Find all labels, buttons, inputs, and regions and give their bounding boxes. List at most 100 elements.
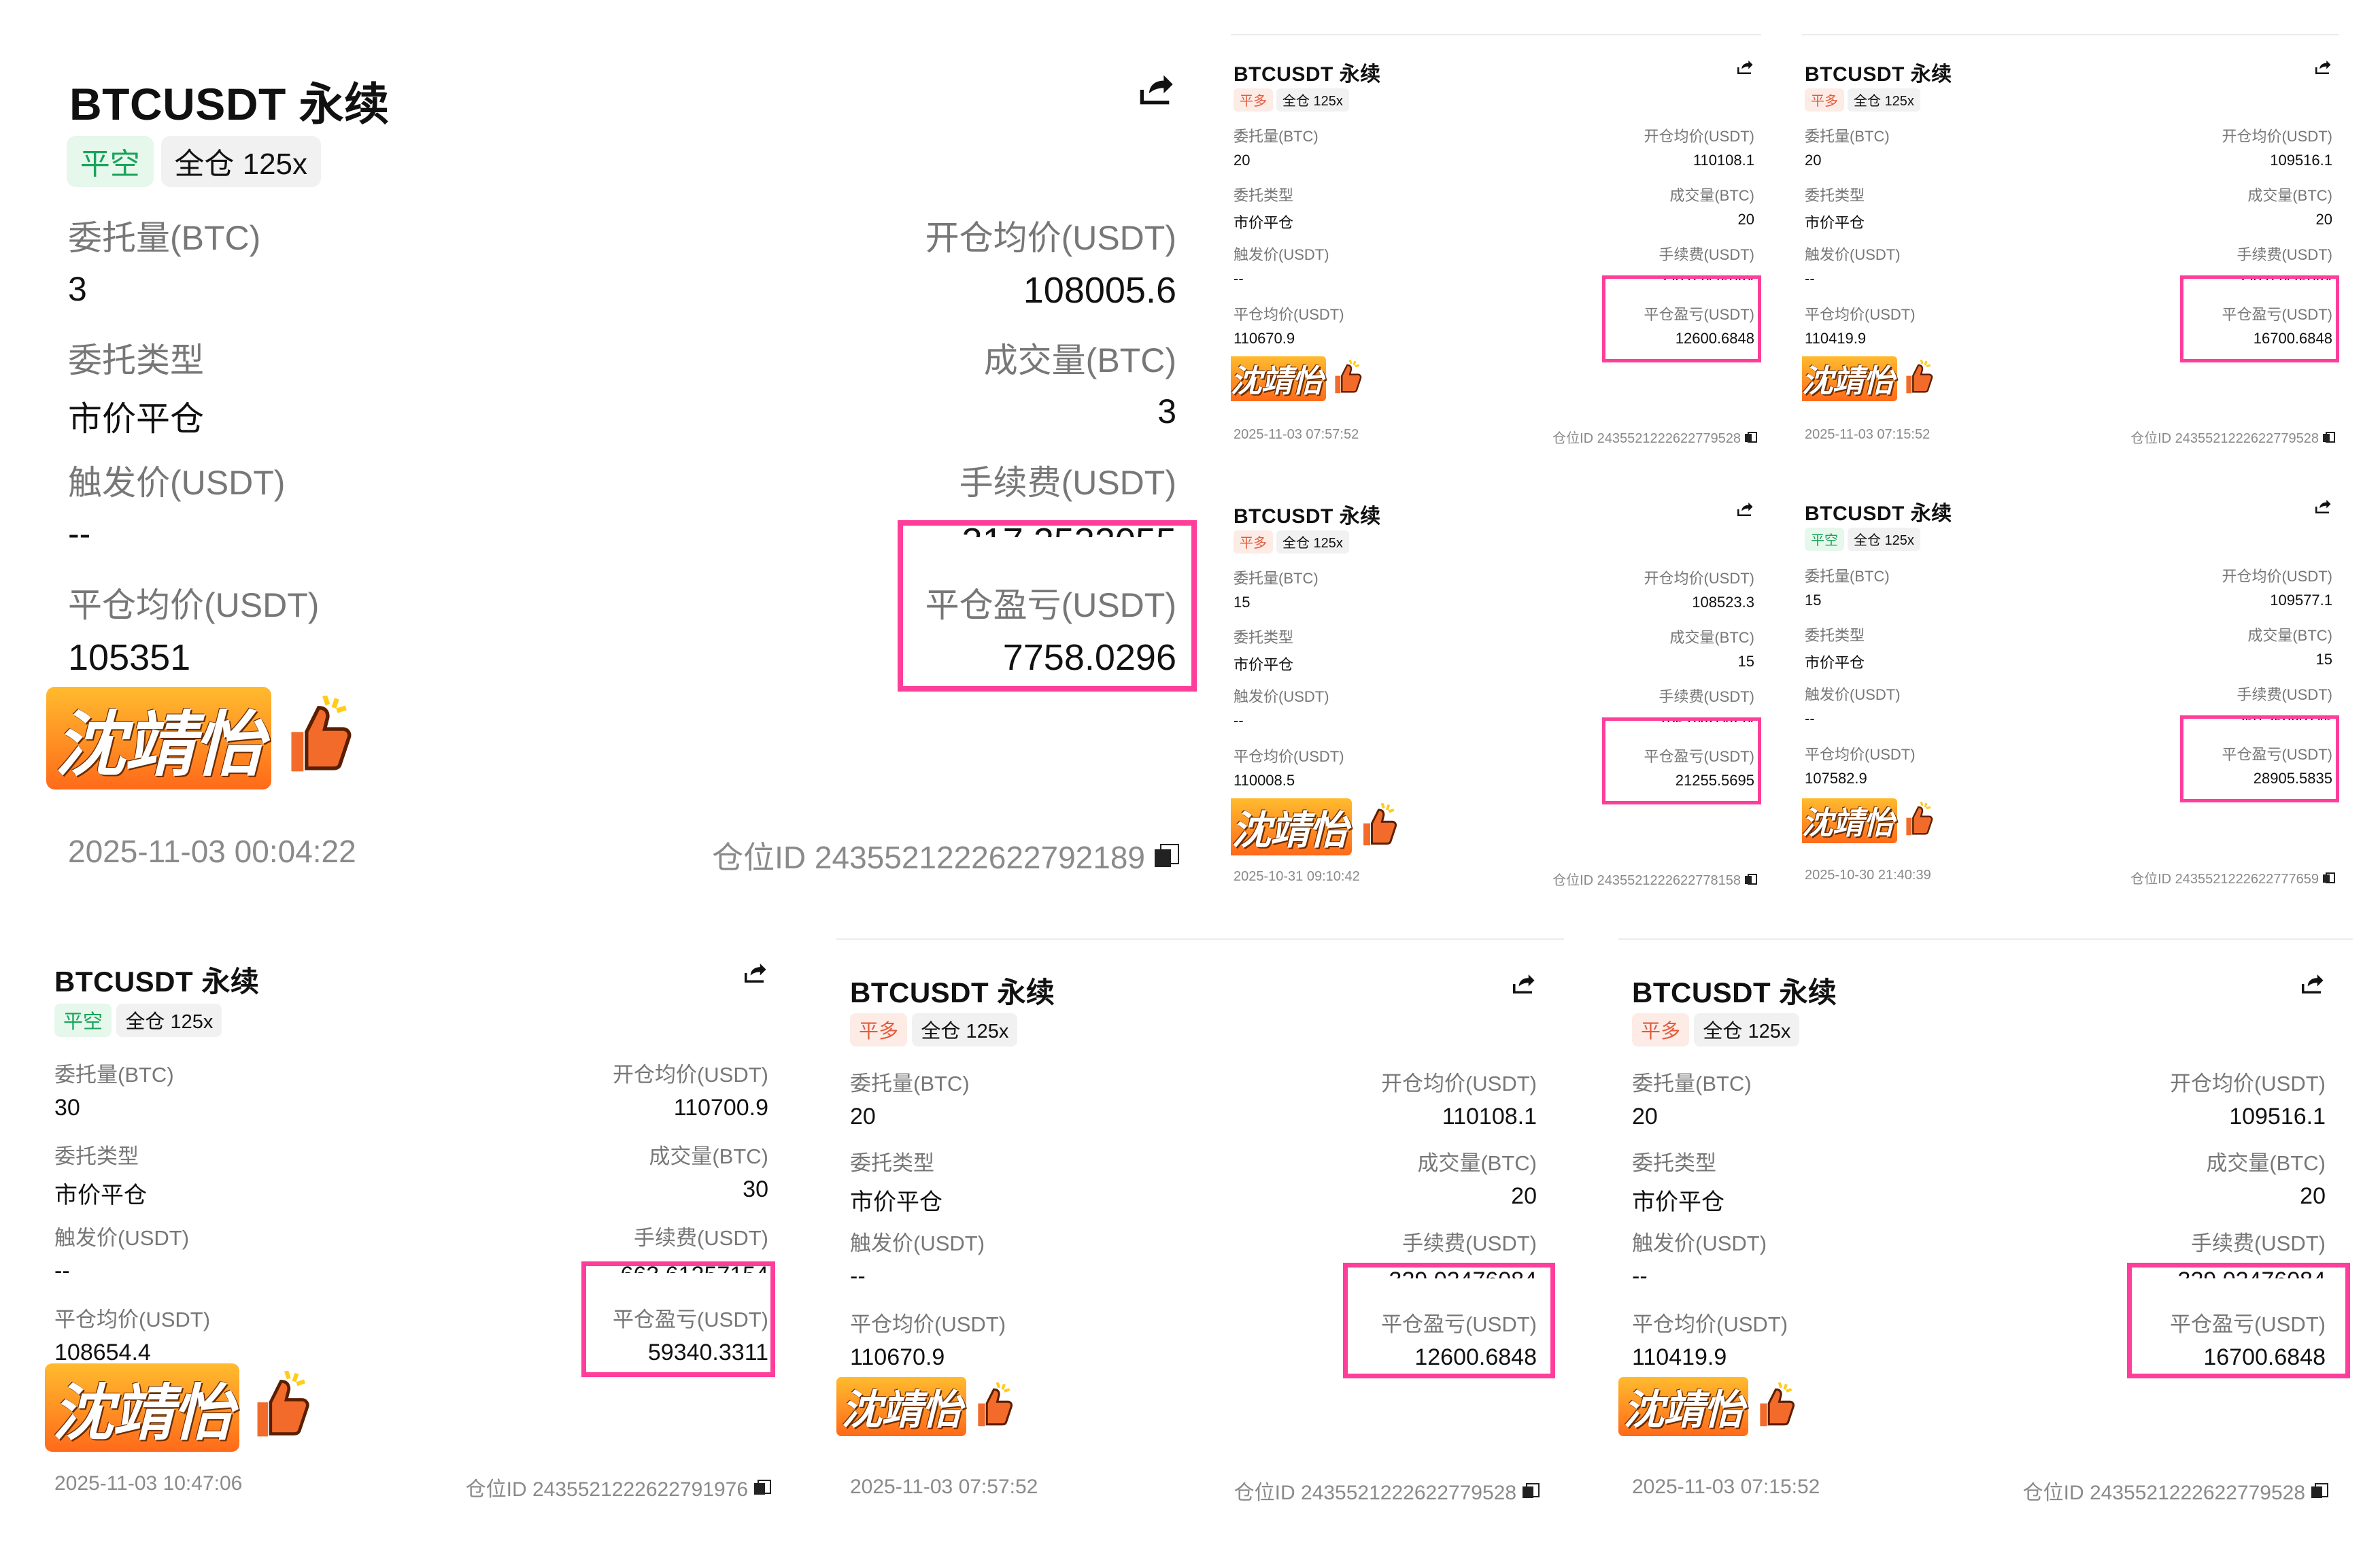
label: 触发价(USDT) <box>1234 688 1329 705</box>
field-fee: 手续费(USDT)329.02476084 <box>2237 243 2332 280</box>
value: 市价平仓 <box>54 1183 147 1208</box>
value: 20 <box>1737 211 1754 228</box>
timestamp: 2025-11-03 10:47:06 <box>54 1472 243 1495</box>
position-id-row[interactable]: 仓位ID 2435521222622792189 <box>712 833 1180 878</box>
label: 平仓均价(USDT) <box>54 1308 211 1331</box>
share-icon[interactable] <box>2312 57 2332 78</box>
watermark: 沈靖怡 <box>46 687 356 789</box>
label: 委托类型 <box>1234 187 1294 204</box>
side-tag: 平多 <box>1234 88 1273 112</box>
watermark: 沈靖怡 <box>836 1377 1015 1436</box>
field-fee: 手续费(USDT)329.02476084 <box>1659 243 1754 280</box>
label: 平仓均价(USDT) <box>850 1312 1006 1336</box>
share-icon[interactable] <box>1508 970 1537 998</box>
position-id-row[interactable]: 仓位ID 2435521222622779528 <box>2130 427 2335 447</box>
card-title: BTCUSDT 永续 <box>1234 505 1381 528</box>
field-close-avg: 平仓均价(USDT) 110670.9 <box>850 1307 1006 1371</box>
margin-tag: 全仓 125x <box>1276 88 1349 112</box>
value: 20 <box>2315 211 2332 228</box>
share-icon[interactable] <box>1734 499 1754 520</box>
value: -- <box>54 1258 70 1284</box>
label: 成交量(BTC) <box>2247 187 2332 204</box>
tag-group: 平空 全仓 125x <box>1805 528 1920 551</box>
label: 触发价(USDT) <box>1805 686 1901 703</box>
value: 109516.1 <box>2229 1104 2326 1129</box>
field-order-type: 委托类型 市价平仓 <box>1805 184 1865 233</box>
label: 触发价(USDT) <box>850 1231 985 1255</box>
thumbs-up-icon <box>1760 1382 1795 1426</box>
position-id-row[interactable]: 仓位ID 2435521222622777659 <box>2130 868 2335 887</box>
watermark-text: 沈靖怡 <box>1231 356 1327 401</box>
watermark-text: 沈靖怡 <box>45 1363 240 1452</box>
field-filled: 成交量(BTC) 15 <box>2247 624 2332 668</box>
value: 110419.9 <box>1632 1344 1727 1370</box>
field-order-qty: 委托量(BTC) 3 <box>68 211 260 309</box>
label: 开仓均价(USDT) <box>1644 570 1754 587</box>
copy-icon[interactable] <box>754 1479 771 1495</box>
label: 开仓均价(USDT) <box>2169 1072 2326 1095</box>
pnl-highlight-box <box>2127 1263 2350 1378</box>
watermark: 沈靖怡 <box>1618 1377 1797 1436</box>
position-id-row[interactable]: 仓位ID 2435521222622791976 <box>466 1472 771 1502</box>
label: 委托量(BTC) <box>1234 570 1319 587</box>
timestamp: 2025-11-03 07:15:52 <box>1805 427 1931 442</box>
label: 手续费(USDT) <box>2237 686 2332 703</box>
value: 市价平仓 <box>850 1189 942 1215</box>
label: 委托量(BTC) <box>1632 1072 1752 1095</box>
side-tag: 平空 <box>1805 528 1844 551</box>
label: 委托量(BTC) <box>850 1072 970 1095</box>
copy-icon[interactable] <box>2323 432 2335 443</box>
thumbs-up-icon <box>978 1382 1013 1426</box>
share-icon[interactable] <box>1734 57 1754 78</box>
label: 开仓均价(USDT) <box>1644 128 1754 145</box>
position-id-row[interactable]: 仓位ID 2435521222622779528 <box>1552 427 1757 447</box>
position-id-row[interactable]: 仓位ID 2435521222622779528 <box>2023 1476 2328 1506</box>
label: 触发价(USDT) <box>54 1226 190 1250</box>
copy-icon[interactable] <box>2311 1482 2328 1499</box>
field-filled: 成交量(BTC) 3 <box>984 333 1176 431</box>
copy-icon[interactable] <box>2323 872 2335 883</box>
field-order-qty: 委托量(BTC) 20 <box>1632 1066 1752 1130</box>
position-id: 仓位ID 2435521222622792189 <box>712 840 1146 875</box>
field-filled: 成交量(BTC) 20 <box>2247 184 2332 228</box>
label: 委托量(BTC) <box>54 1063 174 1087</box>
share-icon[interactable] <box>740 959 768 987</box>
trade-card: BTCUSDT 永续 平多 全仓 125x 委托量(BTC) 20 开仓均价(US… <box>1618 938 2353 1537</box>
position-id: 仓位ID 2435521222622779528 <box>2130 431 2319 446</box>
card-title: BTCUSDT 永续 <box>850 976 1055 1008</box>
label: 委托类型 <box>850 1151 934 1175</box>
copy-icon[interactable] <box>1154 843 1180 868</box>
copy-icon[interactable] <box>1523 1482 1540 1499</box>
thumbs-up-icon <box>257 1371 309 1437</box>
trade-card: BTCUSDT 永续 平空 全仓 125x 委托量(BTC) 30 开仓均价(US… <box>41 938 782 1537</box>
label: 委托量(BTC) <box>1234 128 1319 145</box>
label: 委托类型 <box>1805 187 1865 204</box>
card-title: BTCUSDT 永续 <box>1234 63 1381 86</box>
label: 委托量(BTC) <box>1805 128 1890 145</box>
field-open-avg: 开仓均价(USDT) 109516.1 <box>2222 124 2332 169</box>
label: 委托类型 <box>68 341 204 379</box>
label: 成交量(BTC) <box>2206 1151 2326 1175</box>
field-order-qty: 委托量(BTC) 15 <box>1234 566 1319 611</box>
side-tag: 平空 <box>67 136 154 187</box>
thumbs-up-icon <box>1906 802 1933 836</box>
pnl-highlight-box <box>2180 715 2339 802</box>
tag-group: 平空 全仓 125x <box>54 1004 222 1037</box>
label: 委托量(BTC) <box>68 219 261 257</box>
position-id-row[interactable]: 仓位ID 2435521222622778158 <box>1552 869 1757 889</box>
field-fee: 手续费(USDT)260.35980146 <box>2237 683 2332 720</box>
share-icon[interactable] <box>2297 970 2326 998</box>
copy-icon[interactable] <box>1745 432 1757 443</box>
share-icon[interactable] <box>2312 496 2332 517</box>
field-open-avg: 开仓均价(USDT) 110700.9 <box>613 1057 768 1121</box>
watermark-text: 沈靖怡 <box>1618 1377 1748 1436</box>
label: 开仓均价(USDT) <box>2222 128 2332 145</box>
position-id-row[interactable]: 仓位ID 2435521222622779528 <box>1234 1476 1540 1506</box>
copy-icon[interactable] <box>1745 874 1757 885</box>
field-order-type: 委托类型 市价平仓 <box>1632 1146 1724 1217</box>
label: 开仓均价(USDT) <box>612 1063 768 1087</box>
label: 手续费(USDT) <box>633 1226 768 1250</box>
label: 触发价(USDT) <box>1805 246 1901 263</box>
field-order-type: 委托类型 市价平仓 <box>54 1139 147 1210</box>
share-icon[interactable] <box>1133 68 1176 112</box>
